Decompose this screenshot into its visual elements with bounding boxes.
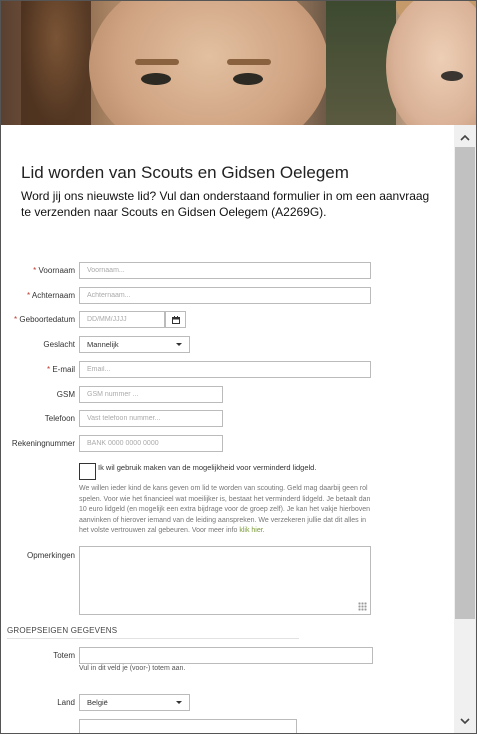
totem-input[interactable] <box>79 647 373 664</box>
page-frame: Lid worden van Scouts en Gidsen Oelegem … <box>0 0 477 734</box>
totem-help: Vul in dit veld je (voor-) totem aan. <box>79 665 186 672</box>
calendar-button[interactable] <box>165 311 186 328</box>
email-input[interactable] <box>79 361 371 378</box>
telefoon-label: Telefoon <box>44 414 75 423</box>
opmerkingen-label: Opmerkingen <box>26 551 75 560</box>
email-label: * E-mail <box>46 365 75 374</box>
land-select[interactable]: België <box>79 694 190 711</box>
land-label: Land <box>57 698 75 707</box>
required-mark: * <box>33 266 37 275</box>
achternaam-label: * Achternaam <box>26 291 75 300</box>
rekeningnummer-input[interactable] <box>79 435 223 452</box>
meer-info-link[interactable]: klik hier <box>239 527 262 534</box>
resize-grip-icon[interactable] <box>358 602 367 611</box>
telefoon-input[interactable] <box>79 410 223 427</box>
gsm-label: GSM <box>56 390 75 399</box>
required-mark: * <box>46 365 51 374</box>
achternaam-input[interactable] <box>79 287 371 304</box>
form-content: Lid worden van Scouts en Gidsen Oelegem … <box>1 125 454 733</box>
geslacht-select[interactable]: Mannelijk <box>79 336 190 353</box>
chevron-down-icon <box>176 701 182 704</box>
gsm-input[interactable] <box>79 386 223 403</box>
chevron-up-icon[interactable] <box>454 127 476 147</box>
scrollbar[interactable] <box>454 125 476 733</box>
geslacht-label: Geslacht <box>43 340 75 349</box>
required-mark: * <box>14 315 18 324</box>
verminderd-lidgeld-help: We willen ieder kind de kans geven om li… <box>79 485 371 535</box>
land-value: België <box>87 698 108 707</box>
chevron-down-icon <box>176 343 182 346</box>
chevron-down-icon[interactable] <box>454 711 476 731</box>
rekeningnummer-label: Rekeningnummer <box>11 439 75 448</box>
page-title: Lid worden van Scouts en Gidsen Oelegem <box>21 163 349 182</box>
scrollbar-thumb[interactable] <box>455 147 475 619</box>
required-mark: * <box>26 291 31 300</box>
next-field-input[interactable] <box>79 719 297 733</box>
geslacht-value: Mannelijk <box>87 340 119 349</box>
intro-text: Word jij ons nieuwste lid? Vul dan onder… <box>21 189 430 219</box>
voornaam-label: * Voornaam <box>33 266 75 275</box>
header-photo <box>1 1 476 125</box>
section-groepseigen-gegevens: GROEPSEIGEN GEGEVENS <box>7 626 299 639</box>
voornaam-input[interactable] <box>79 262 371 279</box>
opmerkingen-textarea[interactable] <box>79 546 371 615</box>
calendar-icon <box>171 315 180 324</box>
geboortedatum-label: * Geboortedatum <box>14 315 75 324</box>
verminderd-lidgeld-checkbox[interactable] <box>79 463 96 480</box>
geboortedatum-input[interactable] <box>79 311 165 328</box>
verminderd-lidgeld-label[interactable]: Ik wil gebruik maken van de mogelijkheid… <box>98 463 316 472</box>
totem-label: Totem <box>53 651 75 660</box>
